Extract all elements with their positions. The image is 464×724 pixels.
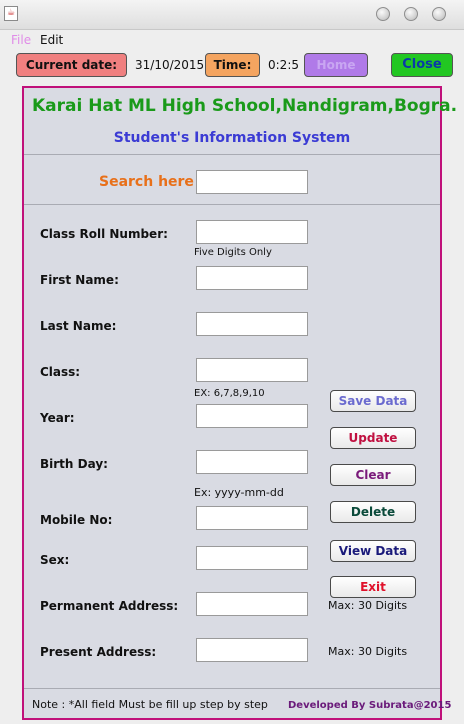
mobile-label: Mobile No: [40, 513, 113, 527]
header-divider [24, 154, 440, 155]
java-icon: ☕ [4, 6, 18, 21]
search-input[interactable] [196, 170, 308, 194]
save-data-button[interactable]: Save Data [330, 390, 416, 412]
present-address-input[interactable] [196, 638, 308, 662]
present-address-hint: Max: 30 Digits [328, 645, 408, 658]
delete-button[interactable]: Delete [330, 501, 416, 523]
developer-credit: Developed By Subrata@2015 [288, 700, 452, 711]
roll-input[interactable] [196, 220, 308, 244]
sex-label: Sex: [40, 553, 70, 567]
minimize-icon[interactable] [376, 7, 390, 21]
footer-note: Note : *All field Must be fill up step b… [32, 698, 268, 711]
permanent-address-input[interactable] [196, 592, 308, 616]
year-label: Year: [40, 411, 75, 425]
permanent-address-hint: Max: 30 Digits [328, 599, 408, 612]
clear-button[interactable]: Clear [330, 464, 416, 486]
permanent-address-label: Permanent Address: [40, 599, 179, 613]
class-hint: EX: 6,7,8,9,10 [194, 388, 265, 399]
system-subtitle: Student's Information System [113, 130, 351, 146]
student-form-panel: Karai Hat ML High School,Nandigram,Bogra… [22, 86, 457, 720]
class-input[interactable] [196, 358, 308, 382]
first-name-label: First Name: [40, 273, 119, 287]
menu-bar: File Edit [0, 30, 464, 50]
maximize-icon[interactable] [404, 7, 418, 21]
roll-label: Class Roll Number: [40, 227, 168, 241]
current-date-button[interactable]: Current date: [16, 53, 127, 77]
last-name-label: Last Name: [40, 319, 117, 333]
birth-day-input[interactable] [196, 450, 308, 474]
time-button[interactable]: Time: [205, 53, 260, 77]
time-value: 0:2:5 [268, 58, 299, 72]
year-input[interactable] [196, 404, 308, 428]
update-button[interactable]: Update [330, 427, 416, 449]
close-button[interactable]: Close [391, 53, 453, 77]
footer-divider [24, 688, 440, 689]
view-data-button[interactable]: View Data [330, 540, 416, 562]
exit-button[interactable]: Exit [330, 576, 416, 598]
birth-day-label: Birth Day: [40, 457, 108, 471]
menu-file[interactable]: File [11, 33, 31, 47]
window-titlebar: ☕ [0, 0, 464, 30]
class-label: Class: [40, 365, 81, 379]
school-title: Karai Hat ML High School,Nandigram,Bogra… [32, 96, 458, 116]
roll-hint: Five Digits Only [194, 247, 272, 258]
last-name-input[interactable] [196, 312, 308, 336]
home-button[interactable]: Home [304, 53, 368, 77]
present-address-label: Present Address: [40, 645, 157, 659]
first-name-input[interactable] [196, 266, 308, 290]
birth-day-hint: Ex: yyyy-mm-dd [194, 486, 284, 499]
current-date-value: 31/10/2015 [135, 58, 205, 72]
menu-edit[interactable]: Edit [40, 33, 63, 47]
close-icon[interactable] [432, 7, 446, 21]
search-label: Search here [99, 174, 194, 190]
sex-input[interactable] [196, 546, 308, 570]
mobile-input[interactable] [196, 506, 308, 530]
search-divider [24, 204, 440, 205]
